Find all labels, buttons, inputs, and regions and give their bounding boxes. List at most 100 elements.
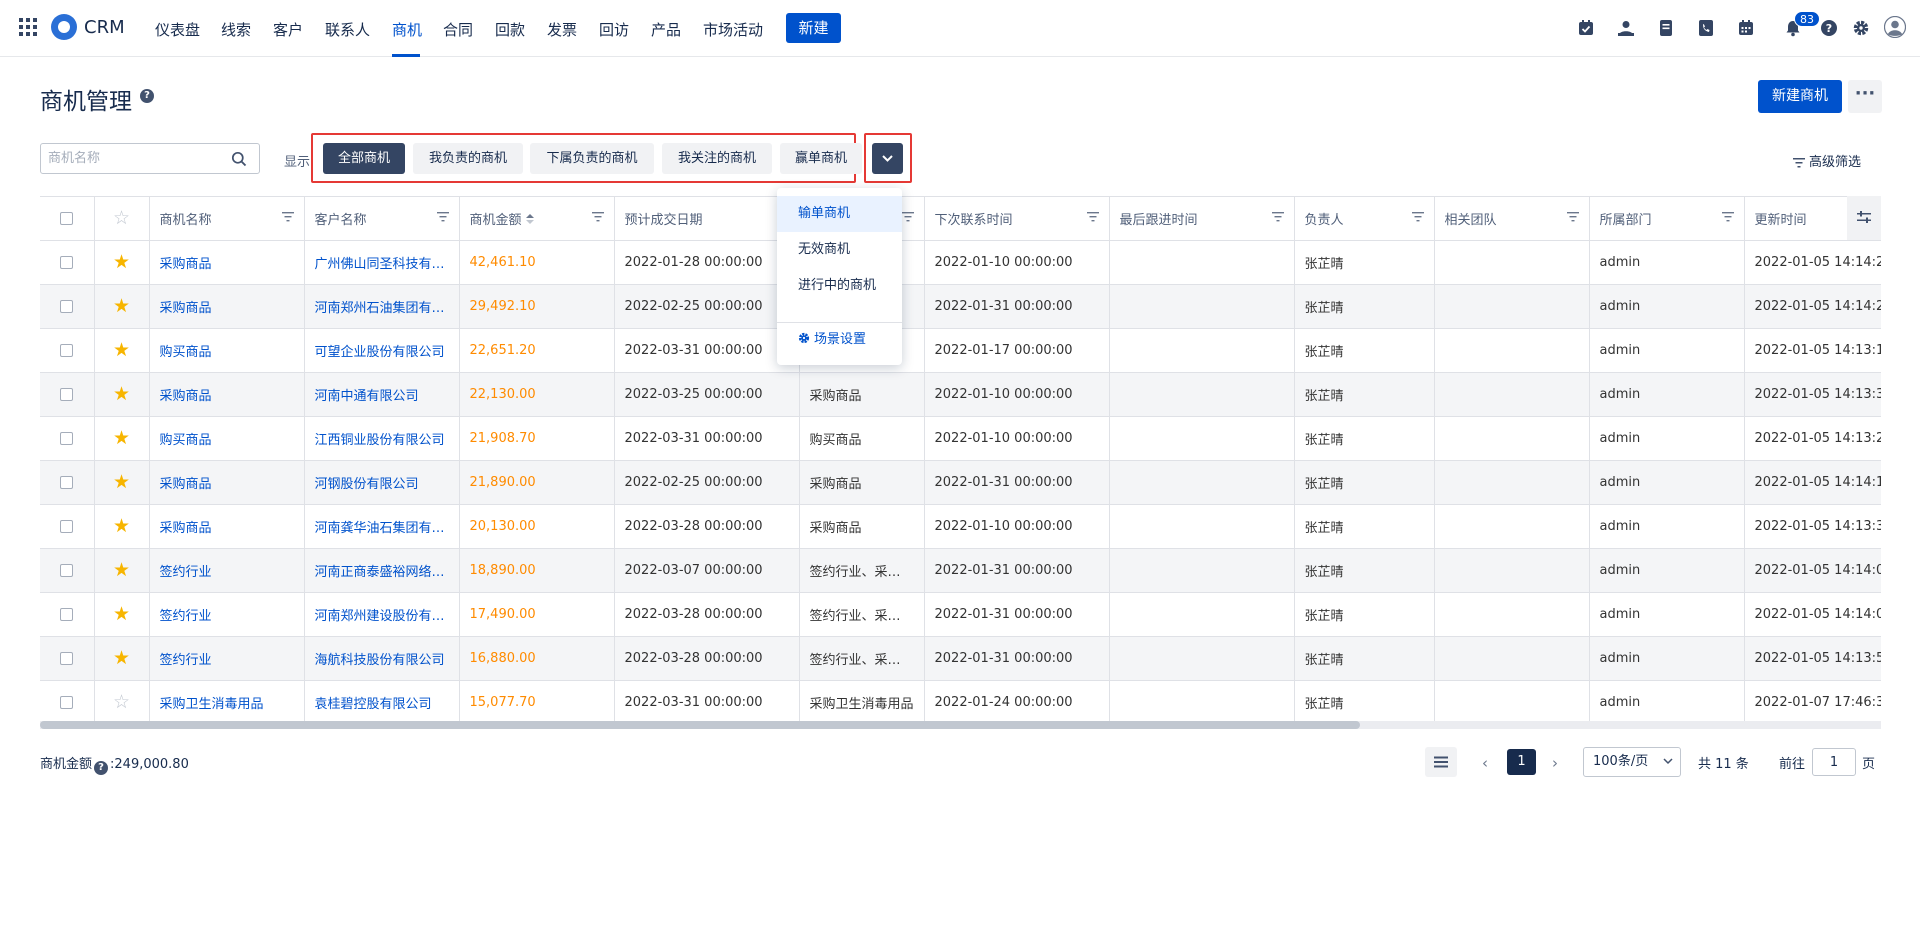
column-filter-icon[interactable] xyxy=(1411,212,1424,222)
star-filled-icon[interactable]: ★ xyxy=(94,460,150,505)
star-filled-icon[interactable]: ★ xyxy=(94,592,150,637)
row-checkbox[interactable] xyxy=(40,416,95,461)
new-button[interactable]: 新建 xyxy=(786,13,841,43)
summary-help-icon[interactable]: ? xyxy=(94,761,109,775)
nav-item-invoices[interactable]: 发票 xyxy=(547,19,577,40)
cell-customer-name[interactable]: 河南郑州建设股份有限公司 xyxy=(304,592,460,637)
nav-item-visits[interactable]: 回访 xyxy=(599,19,629,40)
nav-item-customers[interactable]: 客户 xyxy=(273,19,303,40)
star-filled-icon[interactable]: ★ xyxy=(94,548,150,593)
cell-customer-name[interactable]: 可望企业股份有限公司 xyxy=(304,328,460,373)
star-filled-icon[interactable]: ★ xyxy=(94,240,150,285)
title-help-icon[interactable]: ? xyxy=(140,89,154,103)
table-row[interactable]: ★ 签约行业 河南郑州建设股份有限公司 17,490.00 2022-03-28 00:… xyxy=(40,592,1881,637)
column-header[interactable]: 下次联系时间 xyxy=(924,196,1110,241)
column-filter-icon[interactable] xyxy=(1271,212,1284,222)
table-row[interactable]: ★ 签约行业 海航科技股份有限公司 16,880.00 2022-03-28 00:00… xyxy=(40,636,1881,681)
column-header[interactable]: 商机名称 xyxy=(149,196,305,241)
nav-item-marketing[interactable]: 市场活动 xyxy=(703,19,763,40)
cell-opportunity-name[interactable]: 采购商品 xyxy=(149,284,305,329)
search-input[interactable] xyxy=(41,144,221,173)
scene-my-opportunities[interactable]: 我负责的商机 xyxy=(413,143,523,174)
column-filter-icon[interactable] xyxy=(1086,212,1099,222)
cell-customer-name[interactable]: 河南正商泰盛裕网络科技 xyxy=(304,548,460,593)
column-filter-icon[interactable] xyxy=(901,212,914,222)
dropdown-item-invalid[interactable]: 无效商机 xyxy=(777,232,902,268)
scene-dropdown-button[interactable] xyxy=(872,143,903,174)
table-row[interactable]: ☆ 采购卫生消毒用品 袁桂碧控股有限公司 15,077.70 2022-03-31 00… xyxy=(40,680,1881,725)
document-icon[interactable] xyxy=(1657,19,1675,37)
column-header[interactable]: 负责人 xyxy=(1294,196,1435,241)
scene-subordinate-opportunities[interactable]: 下属负责的商机 xyxy=(530,143,654,174)
goto-page-input[interactable] xyxy=(1812,748,1856,776)
table-row[interactable]: ★ 采购商品 河南中通有限公司 22,130.00 2022-03-25 00:00:0… xyxy=(40,372,1881,417)
row-checkbox[interactable] xyxy=(40,372,95,417)
column-header[interactable]: 预计成交日期 xyxy=(614,196,800,241)
cell-opportunity-name[interactable]: 采购商品 xyxy=(149,240,305,285)
column-header[interactable]: 最后跟进时间 xyxy=(1109,196,1295,241)
column-settings-button[interactable] xyxy=(1847,196,1881,240)
nav-item-products[interactable]: 产品 xyxy=(651,19,681,40)
column-filter-icon[interactable] xyxy=(1566,212,1579,222)
star-filled-icon[interactable]: ★ xyxy=(94,328,150,373)
cell-opportunity-name[interactable]: 签约行业 xyxy=(149,548,305,593)
cell-customer-name[interactable]: 河钢股份有限公司 xyxy=(304,460,460,505)
table-row[interactable]: ★ 采购商品 广州佛山同圣科技有限公司 42,461.10 2022-01-28 00:… xyxy=(40,240,1881,285)
table-row[interactable]: ★ 签约行业 河南正商泰盛裕网络科技 18,890.00 2022-03-07 00:0… xyxy=(40,548,1881,593)
cell-opportunity-name[interactable]: 采购商品 xyxy=(149,372,305,417)
column-filter-icon[interactable] xyxy=(591,212,604,222)
current-page[interactable]: 1 xyxy=(1507,749,1536,775)
dropdown-item-in-progress[interactable]: 进行中的商机 xyxy=(777,268,902,304)
scene-settings-link[interactable]: 场景设置 xyxy=(798,328,866,347)
nav-item-contacts[interactable]: 联系人 xyxy=(325,19,370,40)
cell-opportunity-name[interactable]: 采购商品 xyxy=(149,504,305,549)
nav-item-leads[interactable]: 线索 xyxy=(221,19,251,40)
help-icon[interactable]: ? xyxy=(1820,19,1838,37)
column-filter-icon[interactable] xyxy=(1721,212,1734,222)
prev-page-button[interactable]: ‹ xyxy=(1482,754,1488,772)
more-actions-button[interactable]: ··· xyxy=(1848,80,1882,113)
user-icon[interactable] xyxy=(1617,19,1635,37)
settings-gear-icon[interactable] xyxy=(1852,19,1870,37)
cell-customer-name[interactable]: 江西铜业股份有限公司 xyxy=(304,416,460,461)
column-header[interactable]: 客户名称 xyxy=(304,196,460,241)
phone-icon[interactable] xyxy=(1697,19,1715,37)
row-checkbox[interactable] xyxy=(40,680,95,725)
cell-opportunity-name[interactable]: 采购卫生消毒用品 xyxy=(149,680,305,725)
nav-item-payments[interactable]: 回款 xyxy=(495,19,525,40)
avatar-icon[interactable] xyxy=(1884,16,1906,38)
cell-opportunity-name[interactable]: 签约行业 xyxy=(149,592,305,637)
cell-opportunity-name[interactable]: 签约行业 xyxy=(149,636,305,681)
page-size-select[interactable]: 100条/页 xyxy=(1583,747,1681,777)
app-grid-icon[interactable] xyxy=(19,18,37,36)
create-opportunity-button[interactable]: 新建商机 xyxy=(1758,80,1842,113)
list-view-button[interactable] xyxy=(1425,747,1457,777)
scene-followed-opportunities[interactable]: 我关注的商机 xyxy=(662,143,772,174)
advanced-filter-button[interactable]: 高级筛选 xyxy=(1793,151,1861,170)
cell-customer-name[interactable]: 袁桂碧控股有限公司 xyxy=(304,680,460,725)
row-checkbox[interactable] xyxy=(40,284,95,329)
search-icon[interactable] xyxy=(231,151,247,167)
row-checkbox[interactable] xyxy=(40,240,95,285)
next-page-button[interactable]: › xyxy=(1552,754,1558,772)
scene-won-opportunities[interactable]: 赢单商机 xyxy=(780,143,862,174)
dropdown-item-lost[interactable]: 输单商机 xyxy=(777,196,902,232)
row-checkbox[interactable] xyxy=(40,592,95,637)
scene-all-opportunities[interactable]: 全部商机 xyxy=(323,143,405,174)
row-checkbox[interactable] xyxy=(40,328,95,373)
cell-customer-name[interactable]: 河南龚华油石集团有限公司 xyxy=(304,504,460,549)
sort-icon[interactable] xyxy=(525,214,534,224)
star-filled-icon[interactable]: ★ xyxy=(94,372,150,417)
row-checkbox[interactable] xyxy=(40,460,95,505)
cell-customer-name[interactable]: 广州佛山同圣科技有限公司 xyxy=(304,240,460,285)
column-header[interactable]: 相关团队 xyxy=(1434,196,1590,241)
scrollbar-thumb[interactable] xyxy=(40,721,1360,729)
column-header[interactable]: 商机金额 xyxy=(459,196,615,241)
select-all-checkbox[interactable] xyxy=(40,196,95,241)
cell-customer-name[interactable]: 海航科技股份有限公司 xyxy=(304,636,460,681)
nav-item-opportunities[interactable]: 商机 xyxy=(392,19,422,40)
column-filter-icon[interactable] xyxy=(436,212,449,222)
cell-opportunity-name[interactable]: 采购商品 xyxy=(149,460,305,505)
row-checkbox[interactable] xyxy=(40,548,95,593)
cell-opportunity-name[interactable]: 购买商品 xyxy=(149,416,305,461)
